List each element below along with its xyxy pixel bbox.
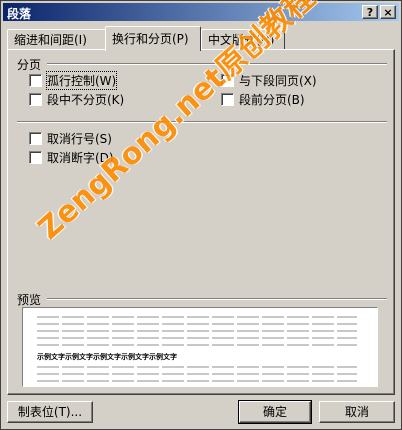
close-button[interactable]: ×: [380, 5, 396, 19]
preview-line: [37, 316, 357, 318]
preview-line: [37, 323, 357, 325]
keep-lines-together-checkbox[interactable]: [29, 92, 42, 106]
preview-line: [37, 337, 357, 339]
suppress-line-numbers-option[interactable]: 取消行号(S): [29, 131, 112, 146]
suppress-line-numbers-label: 取消行号(S): [47, 131, 112, 146]
suppress-line-numbers-checkbox[interactable]: [29, 131, 42, 145]
keep-lines-together-label: 段中不分页(K): [47, 92, 125, 107]
preview-divider: [47, 298, 387, 300]
no-hyphenation-checkbox[interactable]: [29, 150, 42, 164]
preview-box: 示例文字示例文字示例文字示例文字示例文字: [22, 307, 378, 387]
paragraph-dialog: 段落 ? × 缩进和间距(I) 换行和分页(P) 中文版式(H) 分页 孤行控制…: [0, 0, 402, 430]
preview-line: [37, 330, 357, 332]
ok-button[interactable]: 确定: [238, 400, 312, 424]
keep-with-next-option[interactable]: 与下段同页(X): [221, 73, 317, 88]
pagination-group-label: 分页: [17, 58, 42, 72]
widow-control-checkbox[interactable]: [29, 73, 42, 87]
tab-indent-spacing[interactable]: 缩进和间距(I): [7, 29, 107, 50]
preview-line: [37, 366, 357, 368]
widow-control-option[interactable]: 孤行控制(W): [29, 70, 118, 90]
preview-group-label: 预览: [17, 293, 42, 307]
no-hyphenation-option[interactable]: 取消断字(D): [29, 150, 114, 165]
page-break-before-label: 段前分页(B): [239, 92, 305, 107]
preview-sample-text: 示例文字示例文字示例文字示例文字示例文字: [37, 353, 177, 361]
preview-line: [37, 373, 357, 375]
preview-line: [37, 380, 357, 382]
keep-lines-together-option[interactable]: 段中不分页(K): [29, 92, 125, 107]
no-hyphenation-label: 取消断字(D): [47, 150, 114, 165]
tab-line-page-breaks[interactable]: 换行和分页(P): [105, 26, 201, 51]
keep-with-next-checkbox[interactable]: [221, 73, 234, 87]
cancel-button[interactable]: 取消: [319, 401, 395, 423]
tabs-button[interactable]: 制表位(T)...: [7, 401, 93, 423]
keep-with-next-label: 与下段同页(X): [239, 73, 317, 88]
preview-line: [37, 344, 357, 346]
pagination-divider: [47, 63, 387, 65]
page-break-before-option[interactable]: 段前分页(B): [221, 92, 305, 107]
title-bar: 段落 ? ×: [3, 3, 399, 21]
options-divider: [17, 121, 387, 123]
dialog-title: 段落: [7, 7, 32, 21]
widow-control-label: 孤行控制(W): [45, 70, 118, 90]
tab-asian-typography[interactable]: 中文版式(H): [201, 29, 285, 50]
help-button[interactable]: ?: [362, 5, 378, 19]
page-break-before-checkbox[interactable]: [221, 92, 234, 106]
